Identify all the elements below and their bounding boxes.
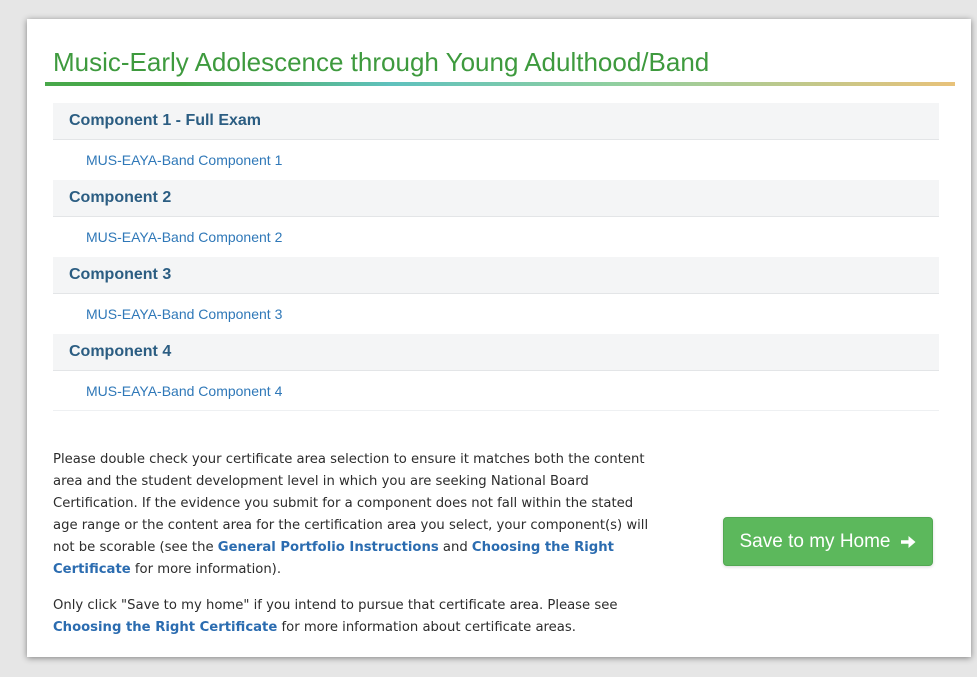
certificate-notice: Please double check your certificate are… [53, 449, 653, 639]
component-4-link[interactable]: MUS-EAYA-Band Component 4 [53, 371, 939, 411]
component-1-header: Component 1 - Full Exam [53, 103, 939, 140]
notice-text: and [438, 540, 472, 555]
arrow-right-icon [900, 535, 915, 548]
component-1-link[interactable]: MUS-EAYA-Band Component 1 [53, 140, 939, 180]
notice-text: Only click "Save to my home" if you inte… [53, 598, 618, 613]
notice-paragraph-2: Only click "Save to my home" if you inte… [53, 595, 653, 639]
component-4-header: Component 4 [53, 334, 939, 371]
page-title: Music-Early Adolescence through Young Ad… [53, 47, 710, 77]
choosing-right-certificate-link-2[interactable]: Choosing the Right Certificate [53, 620, 277, 635]
component-3-header: Component 3 [53, 257, 939, 294]
save-button-label: Save to my Home [739, 530, 891, 552]
general-portfolio-instructions-link[interactable]: General Portfolio Instructions [218, 540, 439, 555]
save-to-home-button[interactable]: Save to my Home [723, 517, 933, 566]
certificate-card: Music-Early Adolescence through Young Ad… [27, 19, 971, 657]
notice-text: for more information). [130, 562, 282, 577]
component-2-header: Component 2 [53, 180, 939, 217]
component-3-link[interactable]: MUS-EAYA-Band Component 3 [53, 294, 939, 334]
notice-text: for more information about certificate a… [277, 620, 576, 635]
component-2-link[interactable]: MUS-EAYA-Band Component 2 [53, 217, 939, 257]
title-divider [45, 82, 955, 86]
component-list: Component 1 - Full Exam MUS-EAYA-Band Co… [53, 103, 939, 411]
notice-paragraph-1: Please double check your certificate are… [53, 449, 653, 581]
